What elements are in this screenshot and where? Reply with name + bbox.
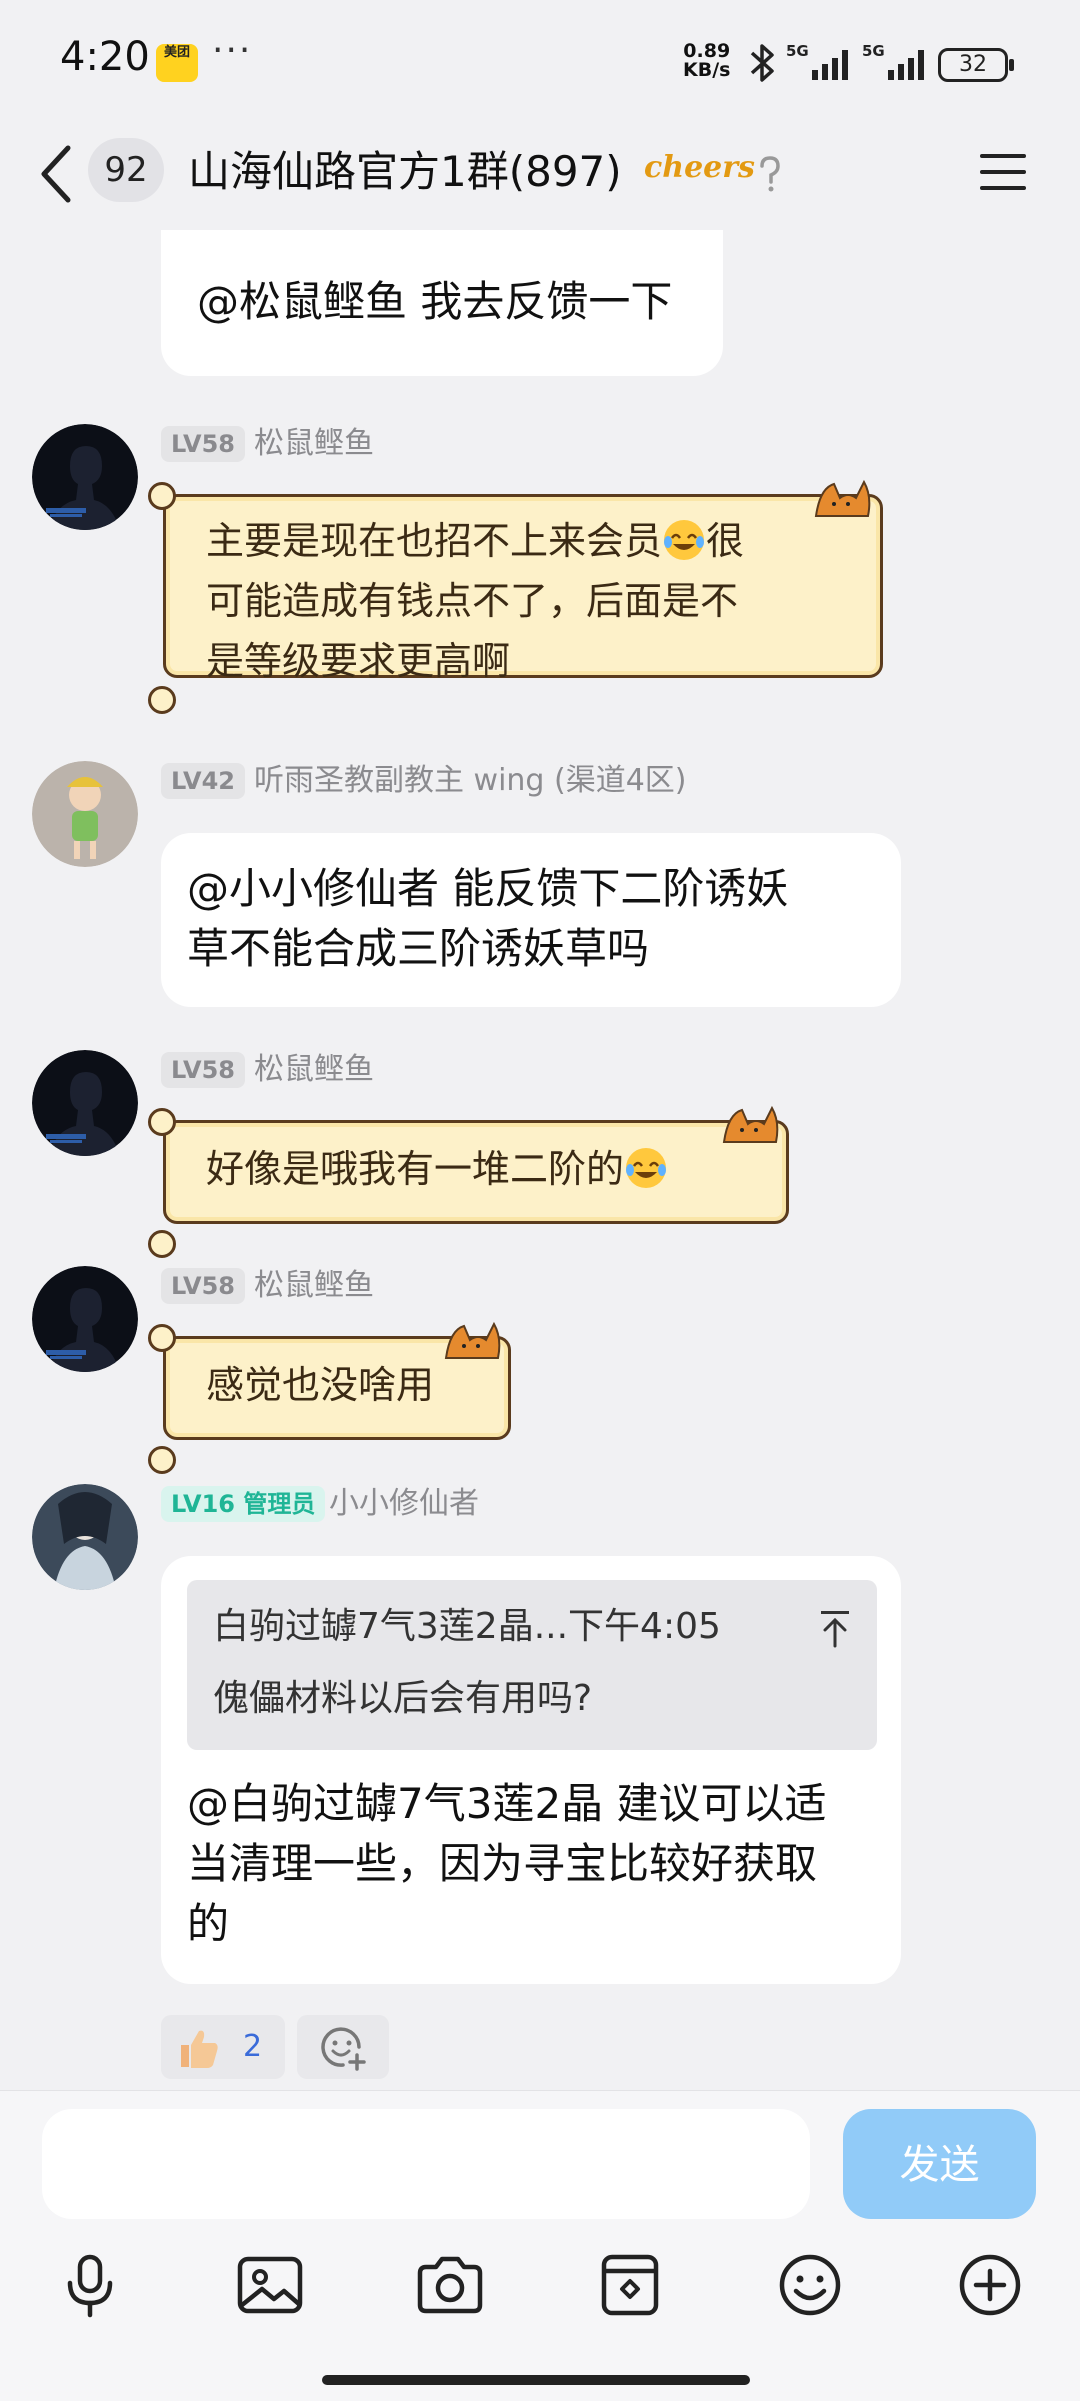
camera-icon[interactable] [414, 2249, 486, 2321]
emoji-icon[interactable] [774, 2249, 846, 2321]
send-button[interactable]: 发送 [843, 2109, 1036, 2219]
sender-name[interactable]: 小小修仙者 [329, 1486, 479, 1522]
level-badge: LV58 [161, 1052, 245, 1088]
plus-icon[interactable] [954, 2249, 1026, 2321]
signal-5g-icon: 5G [786, 42, 848, 80]
reaction-count: 2 [243, 2029, 263, 2064]
scroll-curl [148, 482, 176, 510]
scroll-curl [148, 1230, 176, 1258]
thumbs-up-icon [181, 2030, 218, 2068]
meituan-app-icon: 美团 [156, 44, 198, 82]
status-bar: 4:20 美团 ··· 0.89 KB/s 5G 5G 32 [0, 0, 1080, 120]
admin-level-badge: LV16 管理员 [161, 1486, 326, 1522]
level-badge: LV58 [161, 1268, 245, 1304]
sender-name[interactable]: 听雨圣教副教主 wing (渠道4区) [254, 763, 687, 799]
cat-ears-decoration-icon [722, 1105, 779, 1143]
scroll-bubble[interactable]: 好像是哦我有一堆二阶的 [163, 1120, 789, 1224]
scroll-bubble[interactable]: 主要是现在也招不上来会员很 可能造成有钱点不了，后面是不 是等级要求更高啊 [163, 494, 883, 683]
svg-text:5G: 5G [786, 42, 809, 60]
message-line-2: 当清理一些，因为寻宝比较好获取 [187, 1839, 818, 1888]
signal-5g-icon-2: 5G [862, 42, 924, 80]
group-title[interactable]: 山海仙路官方1群(897) [188, 142, 622, 202]
menu-icon[interactable] [978, 150, 1028, 194]
laugh-cry-emoji-icon [626, 1148, 667, 1188]
message-line-1: 主要是现在也招不上来会员很 [206, 519, 745, 563]
microphone-icon[interactable] [54, 2249, 126, 2321]
scroll-curl [148, 1446, 176, 1474]
message-line-3: 的 [187, 1899, 230, 1948]
message-text: @松鼠鲣鱼 我去反馈一下 [197, 277, 673, 326]
level-badge: LV58 [161, 426, 245, 462]
message-line-2: 可能造成有钱点不了，后面是不 [206, 579, 739, 623]
avatar[interactable] [32, 1050, 138, 1156]
cat-ears-decoration-icon [444, 1321, 501, 1359]
scroll-curl [148, 686, 176, 714]
message-line-1: @小小修仙者 能反馈下二阶诱妖 [187, 864, 789, 913]
svg-text:5G: 5G [862, 42, 885, 60]
message-bubble[interactable]: @小小修仙者 能反馈下二阶诱妖 草不能合成三阶诱妖草吗 [161, 833, 901, 1007]
image-icon[interactable] [234, 2249, 306, 2321]
sticker-icon[interactable] [594, 2249, 666, 2321]
message-line-1: @白驹过罅7气3莲2晶 建议可以适 [187, 1779, 827, 1828]
cat-ears-decoration-icon [814, 479, 871, 517]
network-speed: 0.89 KB/s [683, 40, 731, 81]
message-list[interactable]: @松鼠鲣鱼 我去反馈一下 LV58 松鼠鲣鱼 主要是现在也招不上来会员很 可能造… [0, 230, 1080, 2090]
avatar[interactable] [32, 424, 138, 530]
laugh-cry-emoji-icon [664, 520, 705, 560]
level-badge: LV42 [161, 763, 245, 799]
message-line-3: 是等级要求更高啊 [206, 639, 511, 683]
message-bubble[interactable]: 白驹过罅7气3莲2晶...下午4:05 傀儡材料以后会有用吗? @白驹过罅7气3… [161, 1556, 901, 1984]
add-reaction-button[interactable] [297, 2015, 389, 2079]
cheers-badge: cheers [644, 150, 755, 185]
bluetooth-icon [750, 44, 774, 82]
message-text: 感觉也没啥用 [206, 1363, 435, 1407]
scroll-top-icon[interactable] [817, 1608, 853, 1648]
sender-name[interactable]: 松鼠鲣鱼 [254, 1052, 374, 1088]
battery-indicator: 32 [938, 48, 1014, 82]
avatar[interactable] [32, 761, 138, 867]
more-notifications-icon: ··· [212, 30, 253, 71]
chat-header: 92 山海仙路官方1群(897) cheers [0, 120, 1080, 230]
unread-count-badge[interactable]: 92 [88, 138, 164, 202]
sender-name[interactable]: 松鼠鲣鱼 [254, 1268, 374, 1304]
message-input[interactable] [42, 2109, 810, 2219]
quote-text: 傀儡材料以后会有用吗? [213, 1678, 593, 1719]
scroll-curl [148, 1108, 176, 1136]
home-indicator[interactable] [322, 2375, 750, 2385]
scroll-curl [148, 1324, 176, 1352]
message-line-2: 草不能合成三阶诱妖草吗 [187, 924, 650, 973]
add-reaction-icon [321, 2027, 366, 2071]
avatar[interactable] [32, 1266, 138, 1372]
help-icon[interactable] [754, 154, 786, 194]
quote-header: 白驹过罅7气3莲2晶...下午4:05 [213, 1606, 721, 1647]
status-time: 4:20 [60, 34, 150, 80]
input-bar: 发送 [0, 2090, 1080, 2401]
thumbs-up-reaction[interactable]: 2 [161, 2015, 285, 2079]
sender-name[interactable]: 松鼠鲣鱼 [254, 426, 374, 462]
avatar[interactable] [32, 1484, 138, 1590]
message-bubble[interactable]: @松鼠鲣鱼 我去反馈一下 [161, 230, 723, 376]
quoted-message[interactable]: 白驹过罅7气3莲2晶...下午4:05 傀儡材料以后会有用吗? [187, 1580, 877, 1750]
back-icon[interactable] [36, 140, 80, 208]
message-text: 好像是哦我有一堆二阶的 [206, 1139, 668, 1199]
